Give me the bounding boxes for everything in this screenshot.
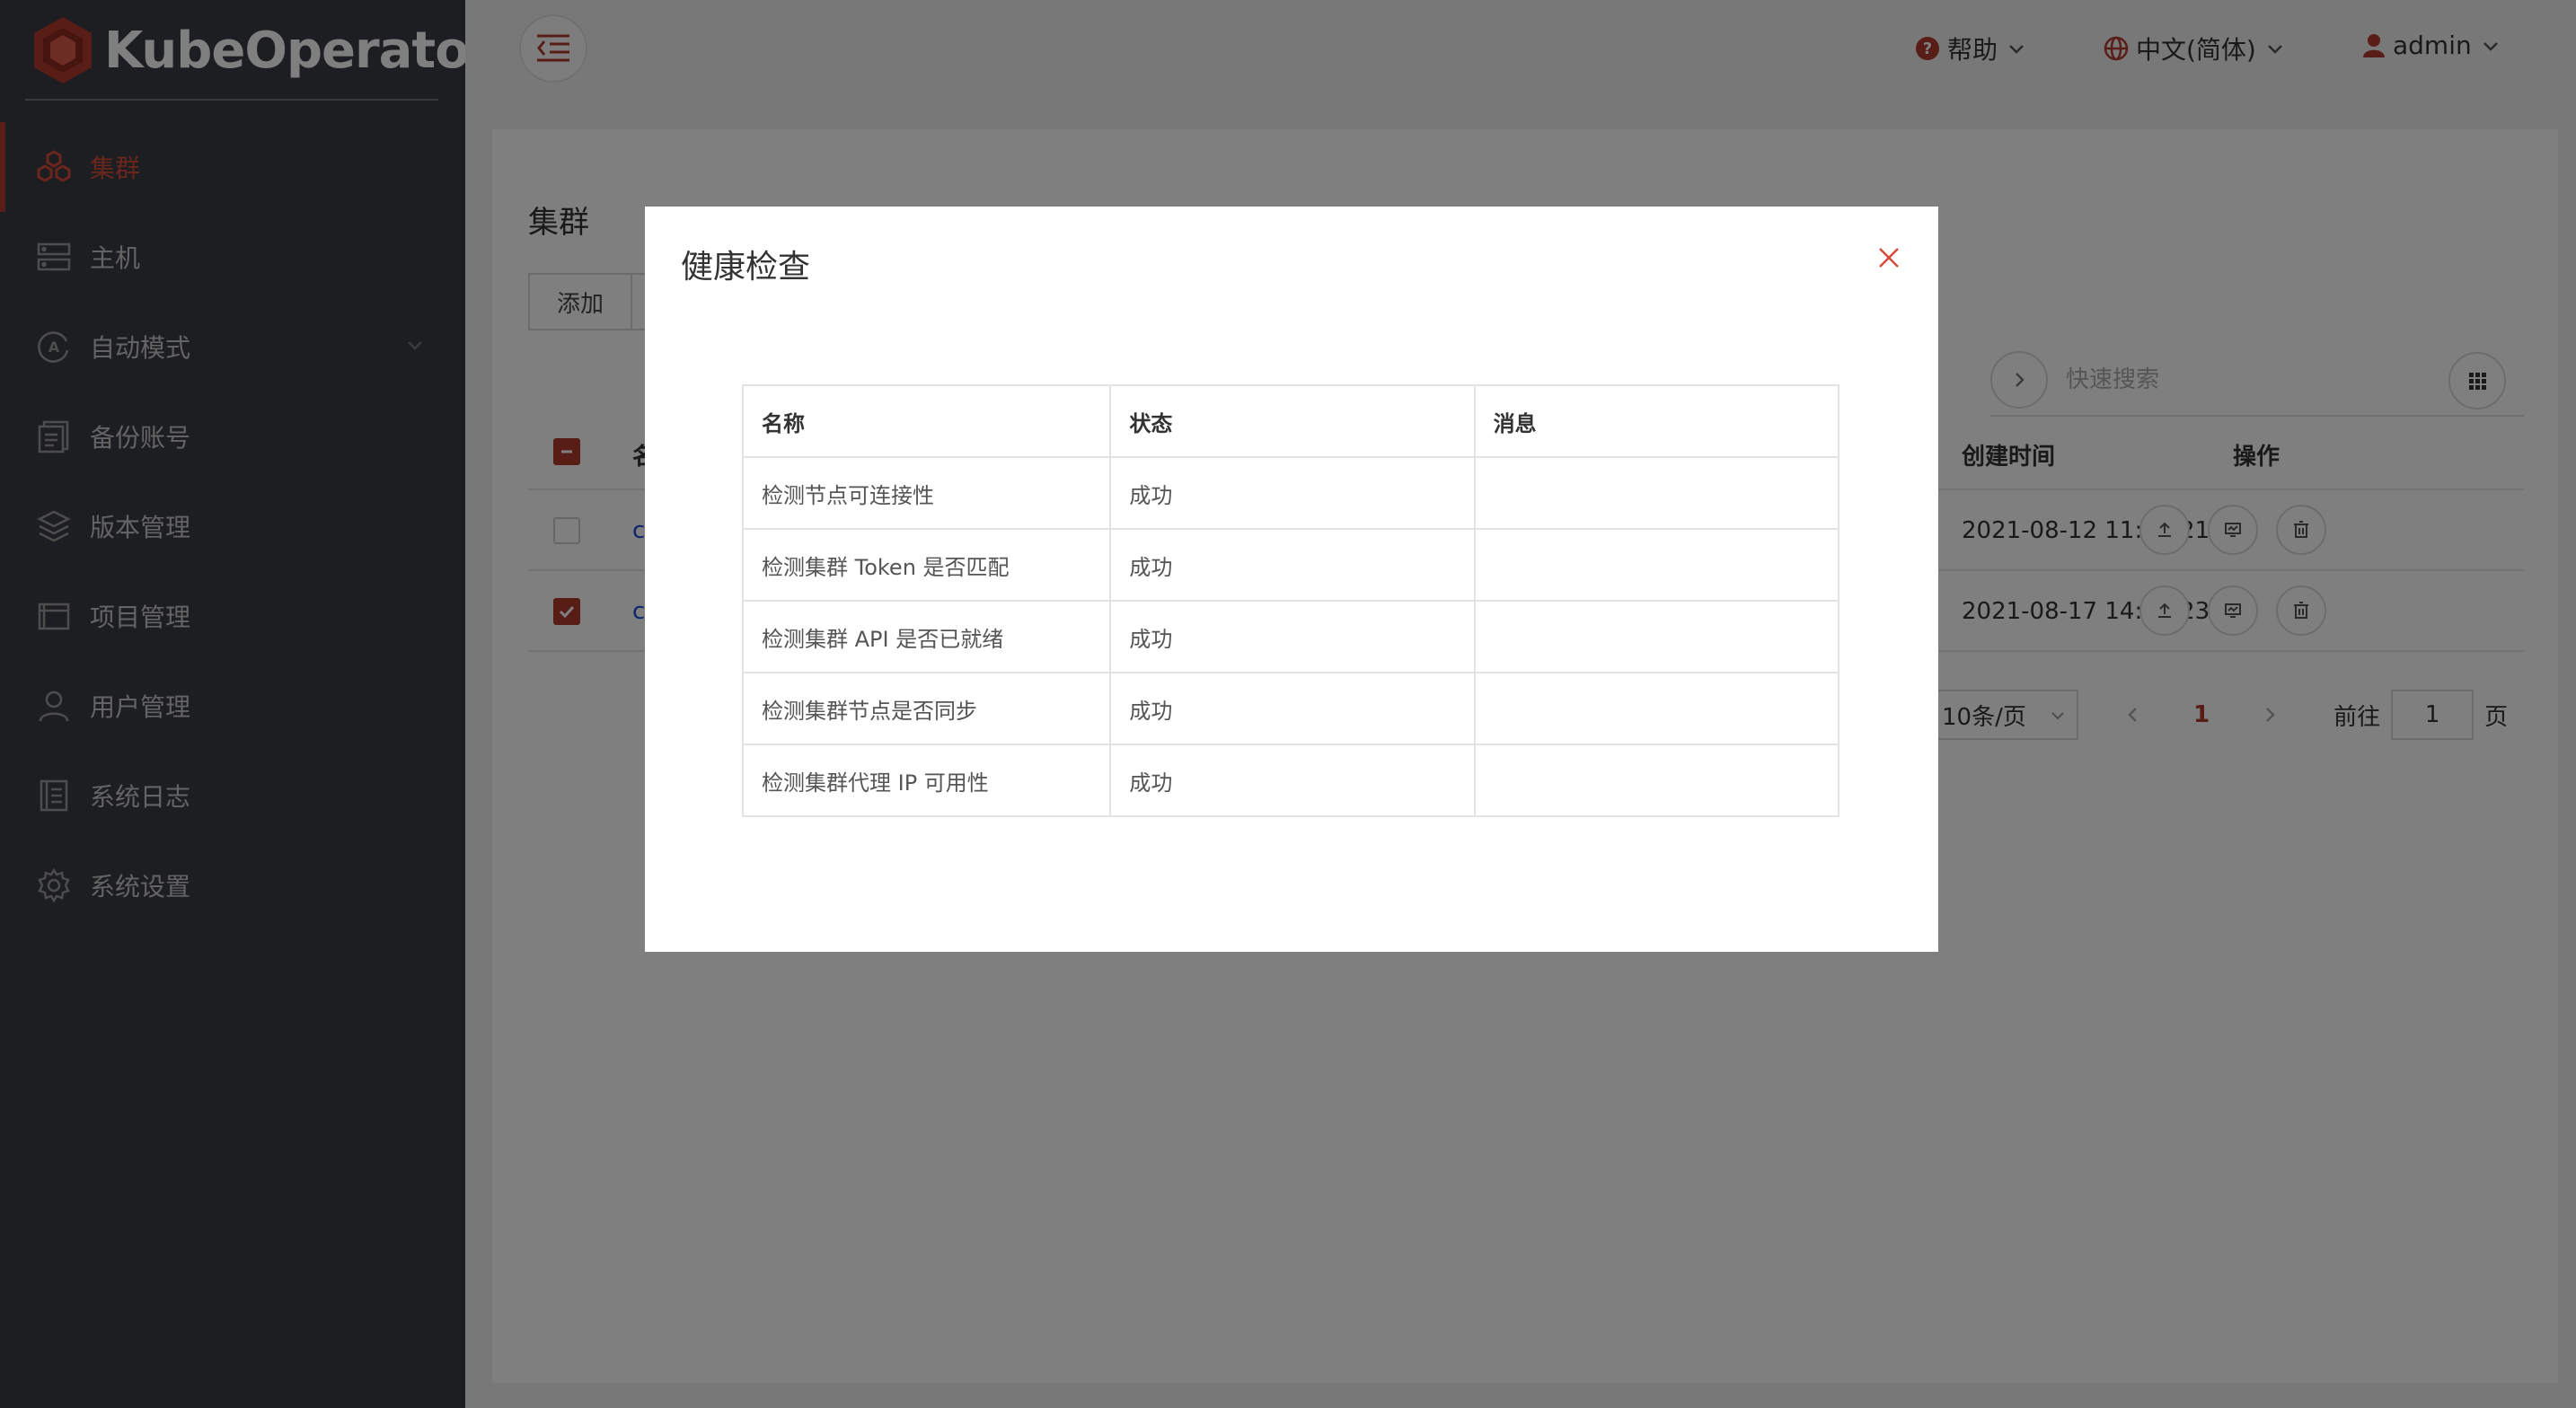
table-header-row: 名称 状态 消息 (741, 384, 1840, 458)
table-row: 检测集群 API 是否已就绪 成功 (741, 600, 1840, 673)
table-row: 检测集群代理 IP 可用性 成功 (741, 744, 1840, 817)
check-message (1473, 456, 1840, 530)
check-name: 检测集群 Token 是否匹配 (741, 528, 1112, 602)
dialog-title: 健康检查 (681, 249, 811, 286)
check-status: 成功 (1109, 456, 1476, 530)
check-name: 检测节点可连接性 (741, 456, 1112, 530)
table-row: 检测集群节点是否同步 成功 (741, 672, 1840, 745)
check-status: 成功 (1109, 528, 1476, 602)
table-row: 检测节点可连接性 成功 (741, 456, 1840, 530)
column-header-status: 状态 (1109, 384, 1476, 458)
check-message (1473, 672, 1840, 745)
table-row: 检测集群 Token 是否匹配 成功 (741, 528, 1840, 602)
check-message (1473, 600, 1840, 673)
check-message (1473, 744, 1840, 817)
column-header-name: 名称 (741, 384, 1112, 458)
check-status: 成功 (1109, 600, 1476, 673)
check-message (1473, 528, 1840, 602)
close-icon[interactable] (1875, 244, 1902, 271)
check-status: 成功 (1109, 672, 1476, 745)
column-header-message: 消息 (1473, 384, 1840, 458)
check-status: 成功 (1109, 744, 1476, 817)
health-check-dialog: 健康检查 名称 状态 消息 检测节点可连接性 成功 检测集群 Token 是否匹… (645, 207, 1938, 952)
check-name: 检测集群节点是否同步 (741, 672, 1112, 745)
check-name: 检测集群代理 IP 可用性 (741, 744, 1112, 817)
check-name: 检测集群 API 是否已就绪 (741, 600, 1112, 673)
health-check-table: 名称 状态 消息 检测节点可连接性 成功 检测集群 Token 是否匹配 成功 … (741, 384, 1840, 817)
